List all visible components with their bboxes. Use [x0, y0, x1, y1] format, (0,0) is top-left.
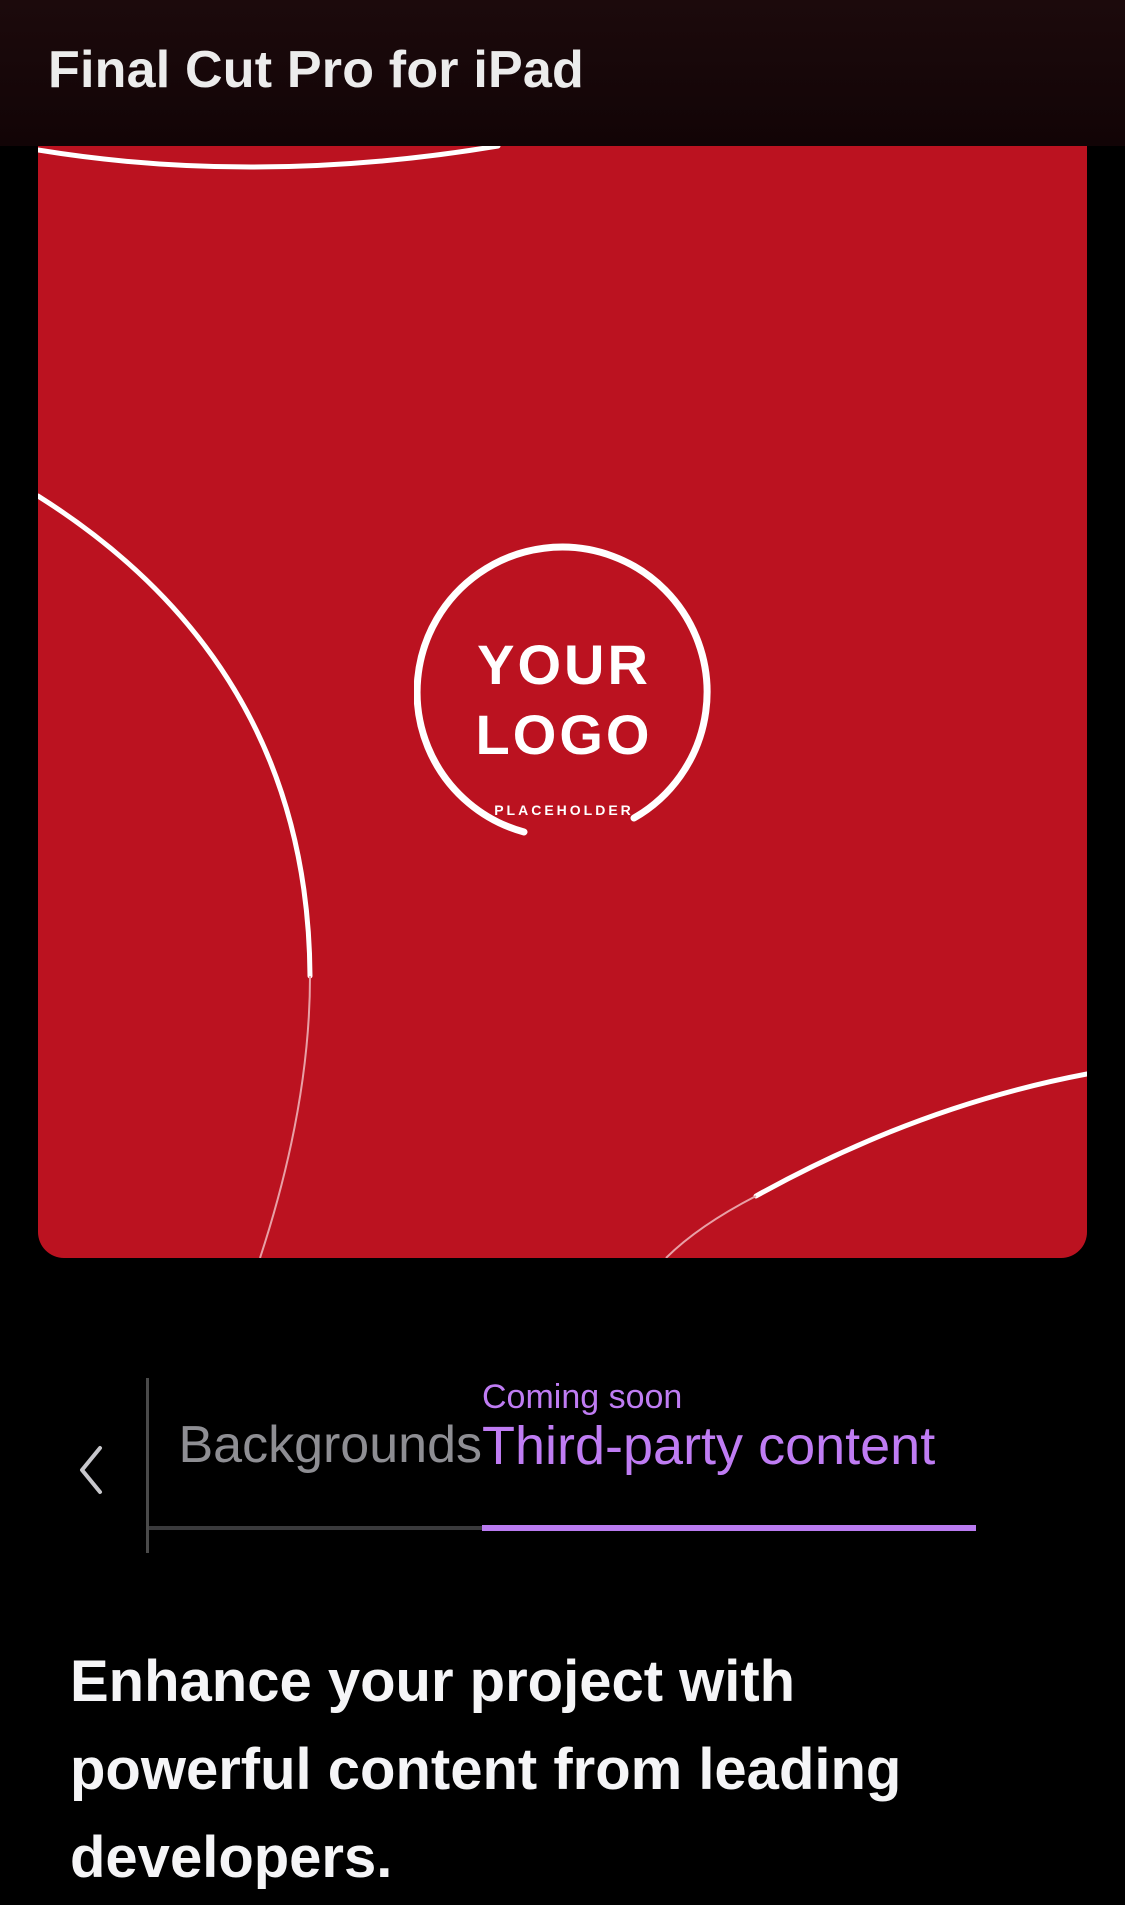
tab-backgrounds-label: Backgrounds	[178, 1416, 482, 1474]
chevron-left-icon[interactable]	[72, 1440, 112, 1500]
logo-line-2: LOGO	[475, 703, 653, 766]
tab-backgrounds[interactable]: Backgrounds	[149, 1415, 482, 1495]
logo-text: YOUR LOGO	[414, 630, 714, 770]
tab-third-party-content[interactable]: Coming soon Third-party content	[482, 1378, 976, 1531]
logo-line-1: YOUR	[477, 633, 651, 696]
coming-soon-label: Coming soon	[482, 1378, 683, 1416]
active-tab-underline	[482, 1525, 976, 1531]
logo-placeholder: YOUR LOGO PLACEHOLDER	[414, 540, 714, 840]
tab-third-party-content-label: Third-party content	[482, 1416, 936, 1476]
page-title: Final Cut Pro for iPad	[48, 41, 584, 99]
logo-subtext: PLACEHOLDER	[494, 802, 634, 818]
tab-backgrounds-underline	[149, 1526, 482, 1530]
content-tabs: Backgrounds Coming soon Third-party cont…	[0, 1360, 1125, 1560]
top-bar: Final Cut Pro for iPad	[0, 0, 1125, 146]
hero-media: YOUR LOGO PLACEHOLDER	[38, 146, 1087, 1258]
feature-description: Enhance your project with powerful conte…	[70, 1649, 902, 1890]
